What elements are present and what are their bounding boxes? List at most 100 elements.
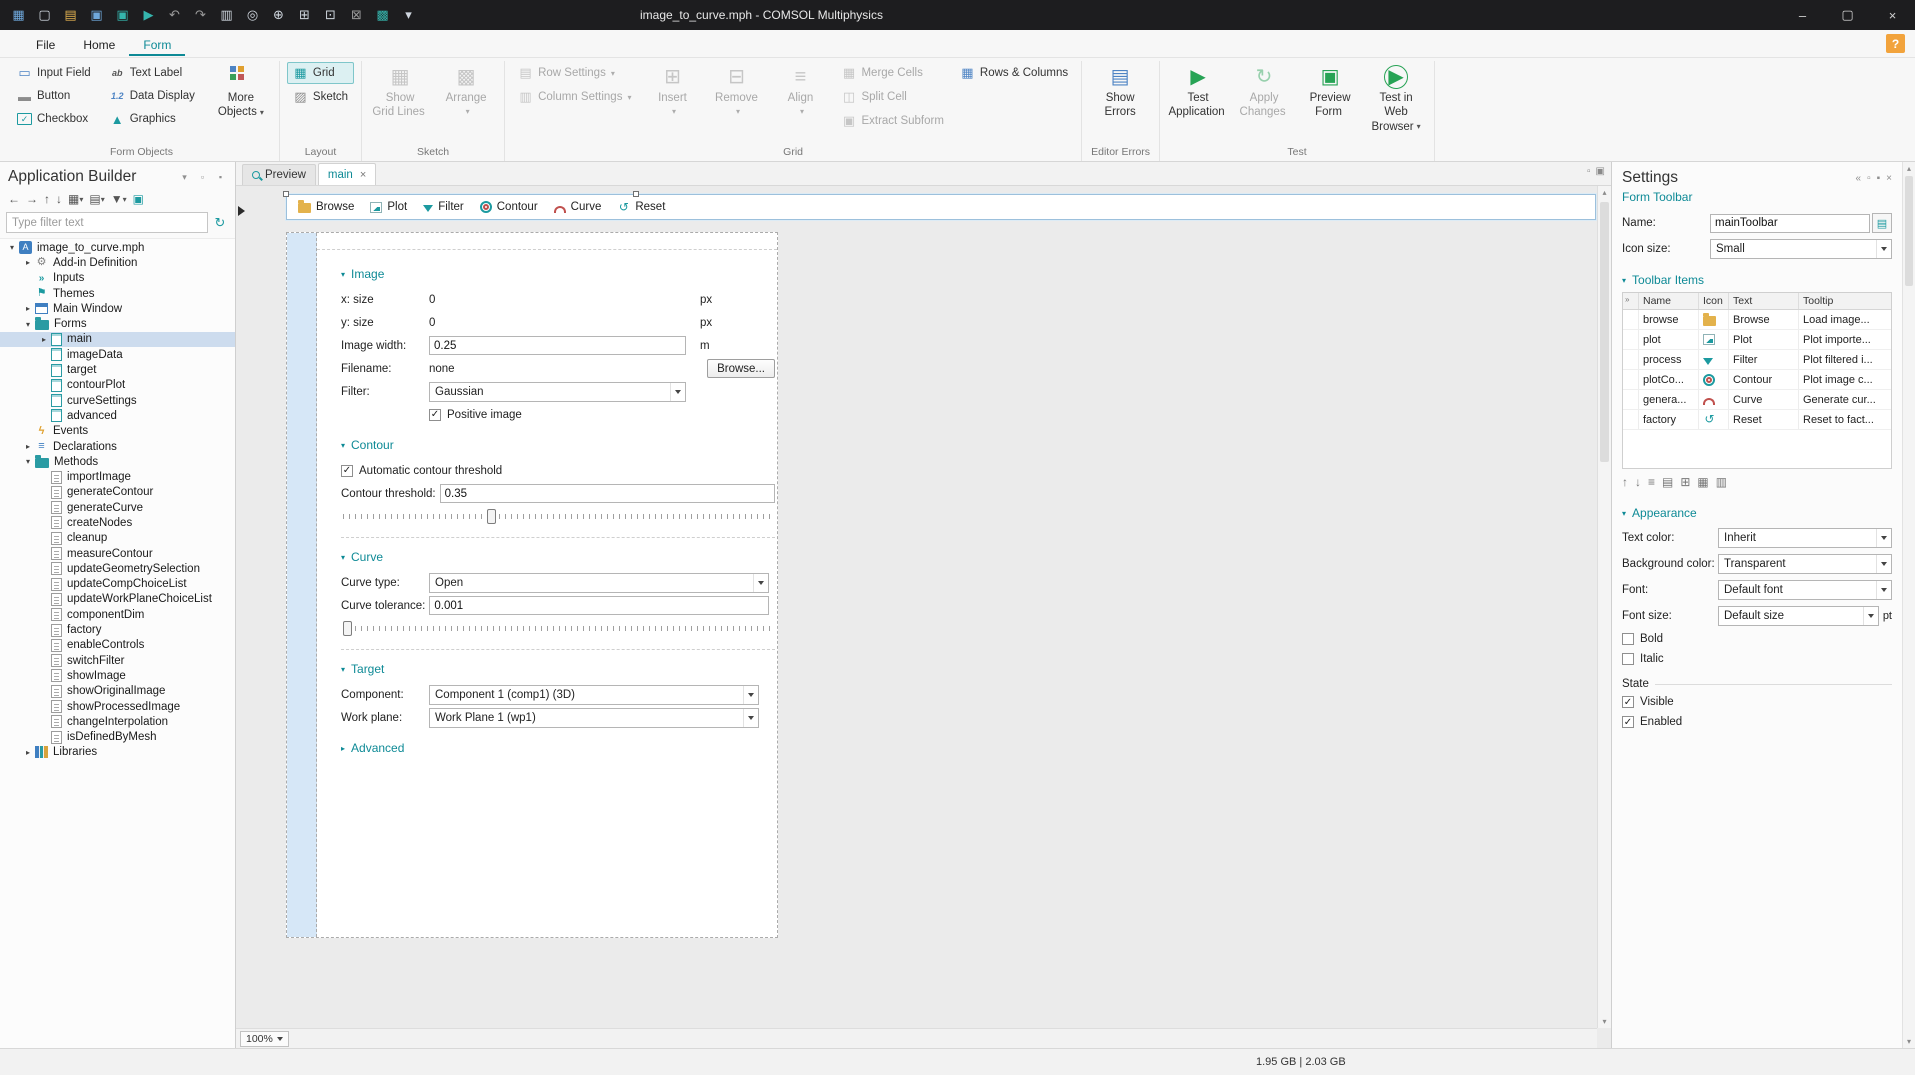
- ribbon-button[interactable]: ▥ Column Settings ▾: [512, 86, 637, 108]
- browse-button[interactable]: Browse: [290, 199, 362, 215]
- tree-item[interactable]: ▸ Add-in Definition: [0, 255, 235, 270]
- expander-icon[interactable]: ▾: [22, 457, 34, 466]
- scroll-down-icon[interactable]: ▾: [1903, 1037, 1915, 1046]
- expander-icon[interactable]: ▸: [38, 335, 50, 344]
- tree-item[interactable]: updateWorkPlaneChoiceList: [0, 592, 235, 607]
- section-header-toolbar-items[interactable]: ▾ Toolbar Items: [1612, 262, 1902, 292]
- tree-item[interactable]: updateCompChoiceList: [0, 577, 235, 592]
- filter-button[interactable]: Filter: [415, 199, 472, 215]
- bold-checkbox[interactable]: [1622, 633, 1634, 645]
- italic-checkbox[interactable]: [1622, 653, 1634, 665]
- contour-threshold-input[interactable]: [439, 484, 775, 503]
- move-down-icon[interactable]: ↓: [1635, 475, 1641, 489]
- contour-button[interactable]: Contour: [472, 199, 546, 215]
- enabled-checkbox[interactable]: [1622, 716, 1634, 728]
- section-header-curve[interactable]: ▾ Curve: [341, 550, 775, 564]
- filter-select[interactable]: Gaussian: [429, 381, 686, 402]
- visible-checkbox[interactable]: [1622, 696, 1634, 708]
- node-settings-icon[interactable]: ▦ ▾: [65, 190, 86, 208]
- text-color-select[interactable]: Inherit: [1718, 528, 1892, 548]
- ribbon-button[interactable]: ▦ Merge Cells: [835, 62, 949, 84]
- redo-icon[interactable]: ↷: [188, 4, 213, 26]
- work-plane-select[interactable]: Work Plane 1 (wp1): [429, 707, 759, 728]
- ribbon-button[interactable]: ab Text Label: [104, 62, 206, 84]
- rename-button[interactable]: ▤: [1872, 213, 1892, 233]
- ribbon-button[interactable]: ⊟ Remove ▾: [705, 62, 767, 119]
- save-items-icon[interactable]: ▥: [1716, 475, 1727, 489]
- close-button[interactable]: ×: [1870, 0, 1915, 30]
- tree-item[interactable]: advanced: [0, 408, 235, 423]
- tree-item[interactable]: componentDim: [0, 607, 235, 622]
- toolbar-item-row[interactable]: factory Reset Reset to fact...: [1623, 410, 1891, 430]
- tree-item[interactable]: showProcessedImage: [0, 699, 235, 714]
- background-color-select[interactable]: Transparent: [1718, 554, 1892, 574]
- form-design-canvas[interactable]: Browse Plot Filter Contour Curve ↺ Reset…: [236, 186, 1611, 1048]
- ribbon-button[interactable]: ▶ Test Application: [1167, 62, 1229, 120]
- tree-item[interactable]: showImage: [0, 668, 235, 683]
- row-insert-marker[interactable]: [238, 206, 245, 216]
- show-hide-sections-icon[interactable]: «: [1856, 173, 1862, 184]
- form-grid-area[interactable]: ▾ Image x: size 0 px y: size 0 px Image …: [286, 232, 778, 938]
- filter-options-icon[interactable]: ▼ ▾: [108, 190, 130, 208]
- ribbon-button[interactable]: ▦ Show Grid Lines: [369, 62, 431, 120]
- form-toolbar[interactable]: Browse Plot Filter Contour Curve ↺ Reset: [283, 191, 1596, 220]
- scroll-down-icon[interactable]: ▾: [1602, 1017, 1606, 1026]
- slider-thumb[interactable]: [487, 509, 496, 524]
- image-width-input[interactable]: [429, 336, 686, 355]
- toolbar-item-row[interactable]: plotCo... Contour Plot image c...: [1623, 370, 1891, 390]
- selection-handle[interactable]: [633, 191, 639, 197]
- ribbon-button[interactable]: ⊞ Insert ▾: [641, 62, 703, 119]
- settings-scrollbar[interactable]: ▴ ▾: [1902, 162, 1915, 1048]
- ribbon-tab[interactable]: Form: [129, 32, 186, 56]
- rows-columns-button[interactable]: ▦ Rows & Columns: [954, 62, 1074, 84]
- ribbon-button[interactable]: ≡ Align ▾: [769, 62, 831, 119]
- slider-thumb[interactable]: [343, 621, 352, 636]
- tree-item[interactable]: generateCurve: [0, 500, 235, 515]
- move-up-icon[interactable]: ↑: [41, 190, 53, 208]
- copy-icon[interactable]: ▥: [214, 4, 239, 26]
- ribbon-button[interactable]: 1.2 Data Display: [104, 85, 206, 107]
- ribbon-button[interactable]: ▨ Sketch: [287, 86, 354, 108]
- column-header[interactable]: Tooltip: [1799, 293, 1891, 309]
- ribbon-button[interactable]: ▶ Test in Web Browser ▾: [1365, 62, 1427, 134]
- image-export-icon[interactable]: ▩: [370, 4, 395, 26]
- new-file-icon[interactable]: ▢: [32, 4, 57, 26]
- tree-item[interactable]: updateGeometrySelection: [0, 561, 235, 576]
- open-file-icon[interactable]: ▤: [58, 4, 83, 26]
- expander-icon[interactable]: ▾: [6, 243, 18, 252]
- tree-item[interactable]: isDefinedByMesh: [0, 730, 235, 745]
- tree-item[interactable]: contourPlot: [0, 378, 235, 393]
- tree-item[interactable]: imageData: [0, 347, 235, 362]
- panel-menu-icon[interactable]: ▾: [178, 171, 191, 184]
- section-header-appearance[interactable]: ▾ Appearance: [1612, 495, 1902, 525]
- tree-item[interactable]: curveSettings: [0, 393, 235, 408]
- zoom-in-icon[interactable]: ⊕: [266, 4, 291, 26]
- expander-icon[interactable]: ▸: [22, 304, 34, 313]
- section-header-image[interactable]: ▾ Image: [341, 267, 775, 281]
- tree-item[interactable]: ▾ Methods: [0, 454, 235, 469]
- column-header[interactable]: Text: [1729, 293, 1799, 309]
- minimize-button[interactable]: –: [1780, 0, 1825, 30]
- auto-threshold-checkbox[interactable]: [341, 464, 353, 477]
- tree-item[interactable]: ▸ Main Window: [0, 301, 235, 316]
- contour-threshold-slider[interactable]: [341, 508, 775, 525]
- selection-handle[interactable]: [283, 191, 289, 197]
- ribbon-button[interactable]: ▦ Grid: [286, 62, 355, 84]
- tree-item[interactable]: generateContour: [0, 485, 235, 500]
- ribbon-button[interactable]: ▬ Button: [11, 85, 102, 107]
- tree-item[interactable]: cleanup: [0, 531, 235, 546]
- section-header-advanced[interactable]: ▸ Advanced: [341, 741, 775, 755]
- toolbar-item-row[interactable]: browse Browse Load image...: [1623, 310, 1891, 330]
- expander-icon[interactable]: ▾: [22, 320, 34, 329]
- font-size-select[interactable]: Default size: [1718, 606, 1879, 626]
- component-select[interactable]: Component 1 (comp1) (3D): [429, 684, 759, 705]
- delete-icon[interactable]: ⊠: [344, 4, 369, 26]
- curve-tolerance-input[interactable]: [429, 596, 770, 615]
- curve-button[interactable]: Curve: [546, 199, 610, 215]
- zoom-box-icon[interactable]: ⊞: [292, 4, 317, 26]
- edit-item-icon[interactable]: ▤: [1662, 475, 1673, 489]
- filter-input[interactable]: [6, 212, 208, 233]
- maximize-editor-icon[interactable]: ▣: [1596, 166, 1605, 177]
- tree-item[interactable]: changeInterpolation: [0, 714, 235, 729]
- section-header-contour[interactable]: ▾ Contour: [341, 438, 775, 452]
